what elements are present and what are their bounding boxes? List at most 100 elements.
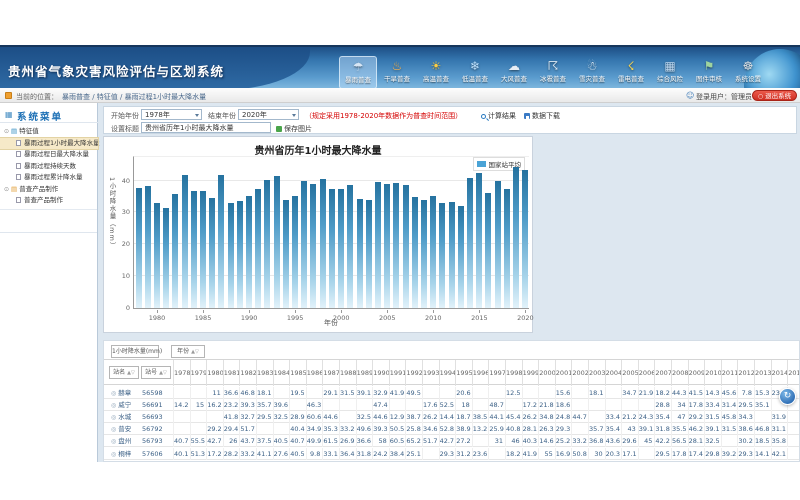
value-cell-桐梓-2010: 29.8: [704, 448, 721, 460]
bar-1990: [246, 196, 252, 308]
refresh-float-button[interactable]: ↻: [779, 388, 796, 405]
end-year-value: 2020年: [242, 111, 267, 119]
station-name-field-box[interactable]: 站名 ▲▽: [109, 366, 139, 379]
value-cell-威宁-1981: 23.2: [223, 399, 240, 411]
year-column-header-1980: 1980: [206, 360, 223, 386]
year-field-box[interactable]: 年份 ▲▽: [171, 345, 205, 358]
value-cell-威宁-2007: 28.8: [654, 399, 671, 411]
bar-2007: [403, 185, 409, 308]
calc-result-button[interactable]: 计算结果: [481, 111, 516, 121]
nav-item-系统设置[interactable]: ☸系统设置: [729, 56, 767, 88]
sort-desc-icon[interactable]: ▽: [163, 370, 167, 376]
value-cell-盘州-2008: 56.5: [671, 435, 688, 447]
nav-item-雷电普查[interactable]: ☇雷电普查: [612, 56, 650, 88]
row-expand-icon[interactable]: ◎: [111, 438, 116, 445]
nav-item-雪灾普查[interactable]: ☃雪灾普查: [573, 56, 611, 88]
value-cell-水城-1982: 32.7: [239, 411, 256, 423]
data-download-button[interactable]: 数据下载: [524, 111, 560, 121]
value-cell-盘州-2012: 30.2: [737, 435, 754, 447]
year-column-header-1991: 1991: [389, 360, 406, 386]
value-cell-赫章-2002: [571, 387, 588, 399]
value-cell-赫章-1992: 49.5: [405, 387, 422, 399]
station-no-field-box[interactable]: 站号 ▲▽: [141, 366, 171, 379]
value-cell-威宁-2004: [605, 399, 622, 411]
sidebar-item-暴雨过程持续天数[interactable]: 暴雨过程持续天数: [0, 161, 98, 173]
bar-1989: [237, 201, 243, 308]
year-column-header-1997: 1997: [488, 360, 505, 386]
bar-2001: [347, 185, 353, 308]
row-expand-icon[interactable]: ◎: [111, 414, 116, 421]
year-column-header-2007: 2007: [654, 360, 671, 386]
value-cell-威宁-2001: 18.6: [555, 399, 572, 411]
end-year-select[interactable]: 2020年: [238, 109, 299, 120]
value-cell-桐梓-1999: 41.9: [522, 448, 539, 460]
range-note: （规定采用1978-2020年数据作为普查时间范围）: [305, 111, 462, 121]
value-cell-赫章-2004: [605, 387, 622, 399]
tree-toggle-icon[interactable]: ⊙: [4, 186, 9, 193]
nav-item-高温普查[interactable]: ☀高温普查: [417, 56, 455, 88]
value-cell-盘州-2015: [787, 435, 800, 447]
station-no-cell: 56793: [142, 435, 171, 447]
measure-field-box[interactable]: 1小时降水量(mm): [111, 345, 159, 358]
value-cell-威宁-1997: 48.7: [488, 399, 505, 411]
nav-item-低温普查[interactable]: ❄低温普查: [456, 56, 494, 88]
value-cell-桐梓-2015: [787, 448, 800, 460]
value-cell-威宁-1987: [322, 399, 339, 411]
value-cell-水城-1985: 28.9: [289, 411, 306, 423]
dropdown-caret-icon: [195, 114, 199, 117]
nav-item-冰雹普查[interactable]: ☈冰雹普查: [534, 56, 572, 88]
bar-1994: [283, 200, 289, 308]
breadcrumb[interactable]: 暴雨普查 / 特征值 / 暴雨过程1小时最大降水量: [62, 92, 206, 102]
value-cell-赫章-1985: 19.5: [289, 387, 306, 399]
value-cell-桐梓-1989: 31.8: [356, 448, 373, 460]
bar-2016: [485, 193, 491, 308]
sidebar-item-普查产品制作[interactable]: 普查产品制作: [0, 195, 98, 207]
logout-button[interactable]: ○退出系统: [752, 90, 797, 101]
station-name-cell: ◎盘州: [109, 435, 140, 447]
row-expand-icon[interactable]: ◎: [111, 402, 116, 409]
value-cell-桐梓-1997: [488, 448, 505, 460]
bar-2005: [384, 184, 390, 308]
row-expand-icon[interactable]: ◎: [111, 451, 116, 458]
value-cell-赫章-2007: 18.2: [654, 387, 671, 399]
value-cell-赫章-1995: 20.6: [455, 387, 472, 399]
nav-item-图件审核[interactable]: ⚑图件审核: [690, 56, 728, 88]
value-cell-赫章-1997: [488, 387, 505, 399]
sidebar-item-暴雨过程累计降水量[interactable]: 暴雨过程累计降水量: [0, 172, 98, 184]
value-cell-赫章-2013: 15.3: [754, 387, 771, 399]
sort-desc-icon[interactable]: ▽: [131, 370, 135, 376]
value-cell-普安-2015: [787, 423, 800, 435]
value-cell-威宁-2003: [588, 399, 605, 411]
year-column-header-1979: 1979: [190, 360, 207, 386]
nav-item-大风普查[interactable]: ☁大风普查: [495, 56, 533, 88]
chart-title-input[interactable]: 贵州省历年1小时最大降水量: [141, 122, 271, 133]
nav-item-干旱普查[interactable]: ♨干旱普查: [378, 56, 416, 88]
bar-2013: [458, 206, 464, 308]
value-cell-普安-2010: 39.1: [704, 423, 721, 435]
bar-1986: [209, 198, 215, 308]
nav-item-综合风险[interactable]: ▦综合风险: [651, 56, 689, 88]
x-tickmark-1980: [157, 310, 158, 313]
value-cell-赫章-2009: 41.5: [688, 387, 705, 399]
value-cell-威宁-1999: 17.2: [522, 399, 539, 411]
value-cell-威宁-1983: 35.7: [256, 399, 273, 411]
row-expand-icon[interactable]: ◎: [111, 426, 116, 433]
value-cell-桐梓-2007: 29.5: [654, 448, 671, 460]
tree-toggle-icon[interactable]: ⊙: [4, 128, 9, 135]
sidebar-item-普查产品制作[interactable]: ⊙▤普查产品制作: [0, 184, 98, 196]
nav-item-暴雨普查[interactable]: ☂暴雨普查: [339, 56, 377, 88]
y-tick-40: 40: [106, 177, 130, 185]
value-cell-威宁-1979: 15: [190, 399, 207, 411]
value-cell-盘州-2005: 29.6: [621, 435, 638, 447]
value-cell-水城-2013: [754, 411, 771, 423]
start-year-select[interactable]: 1978年: [141, 109, 202, 120]
sidebar-item-暴雨过程日最大降水量[interactable]: 暴雨过程日最大降水量: [0, 149, 98, 161]
bar-1992: [264, 180, 270, 308]
sort-desc-icon[interactable]: ▽: [195, 349, 199, 355]
save-image-button[interactable]: 保存图片: [276, 124, 312, 134]
value-cell-桐梓-1998: 18.2: [505, 448, 522, 460]
row-expand-icon[interactable]: ◎: [111, 390, 116, 397]
sidebar-item-特征值[interactable]: ⊙▤特征值: [0, 126, 98, 138]
value-cell-盘州-1997: 31: [488, 435, 505, 447]
sidebar-item-暴雨过程1小时最大降水量[interactable]: 暴雨过程1小时最大降水量: [0, 138, 98, 150]
